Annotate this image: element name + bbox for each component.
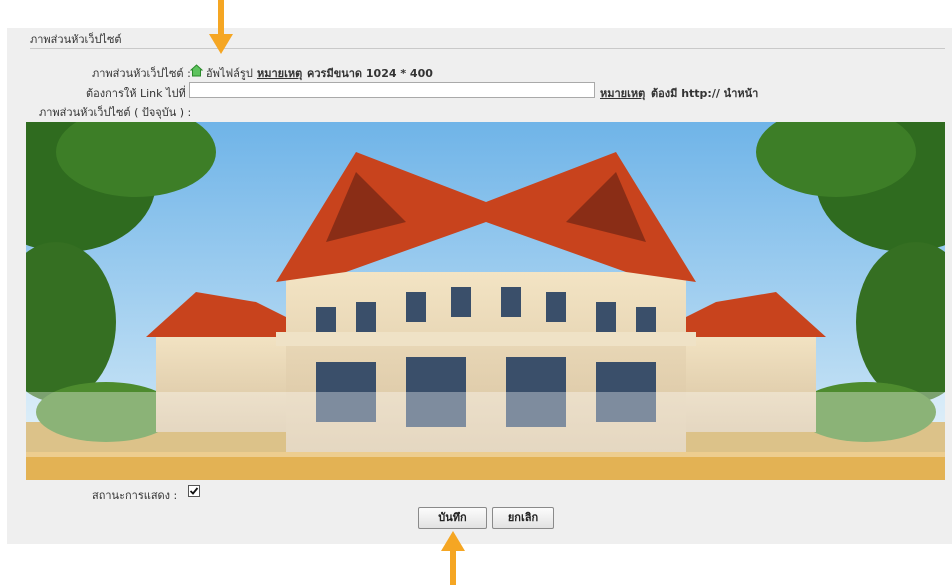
header-image-label: ภาพส่วนหัวเว็ปไซต์ : [92,67,191,80]
house-upload-icon[interactable] [190,64,203,77]
section-divider [30,48,945,49]
upload-image-link[interactable]: อัพไฟล์รูป [206,64,253,82]
section-header: ภาพส่วนหัวเว็ปไซต์ [7,30,945,50]
save-button[interactable]: บันทึก [418,507,487,529]
note-link-size[interactable]: หมายเหตุ [257,64,302,82]
arrow-icon [209,0,233,54]
display-status-label: สถานะการแสดง : [92,489,178,502]
current-image-label: ภาพส่วนหัวเว็ปไซต์ ( ปัจจุบัน ) : [39,106,192,119]
checkmark-icon [189,487,199,495]
size-note: ควรมีขนาด 1024 * 400 [307,67,433,80]
link-label: ต้องการให้ Link ไปที่ : [86,87,193,100]
arrow-icon [441,531,465,585]
cancel-button[interactable]: ยกเลิก [492,507,554,529]
section-title: ภาพส่วนหัวเว็ปไซต์ [30,33,122,46]
link-url-input[interactable] [189,82,595,98]
display-status-checkbox[interactable] [188,485,200,497]
header-banner-image [26,122,945,480]
note-link-url[interactable]: หมายเหตุ [600,84,645,102]
url-note: ต้องมี http:// นำหน้า [651,87,759,100]
